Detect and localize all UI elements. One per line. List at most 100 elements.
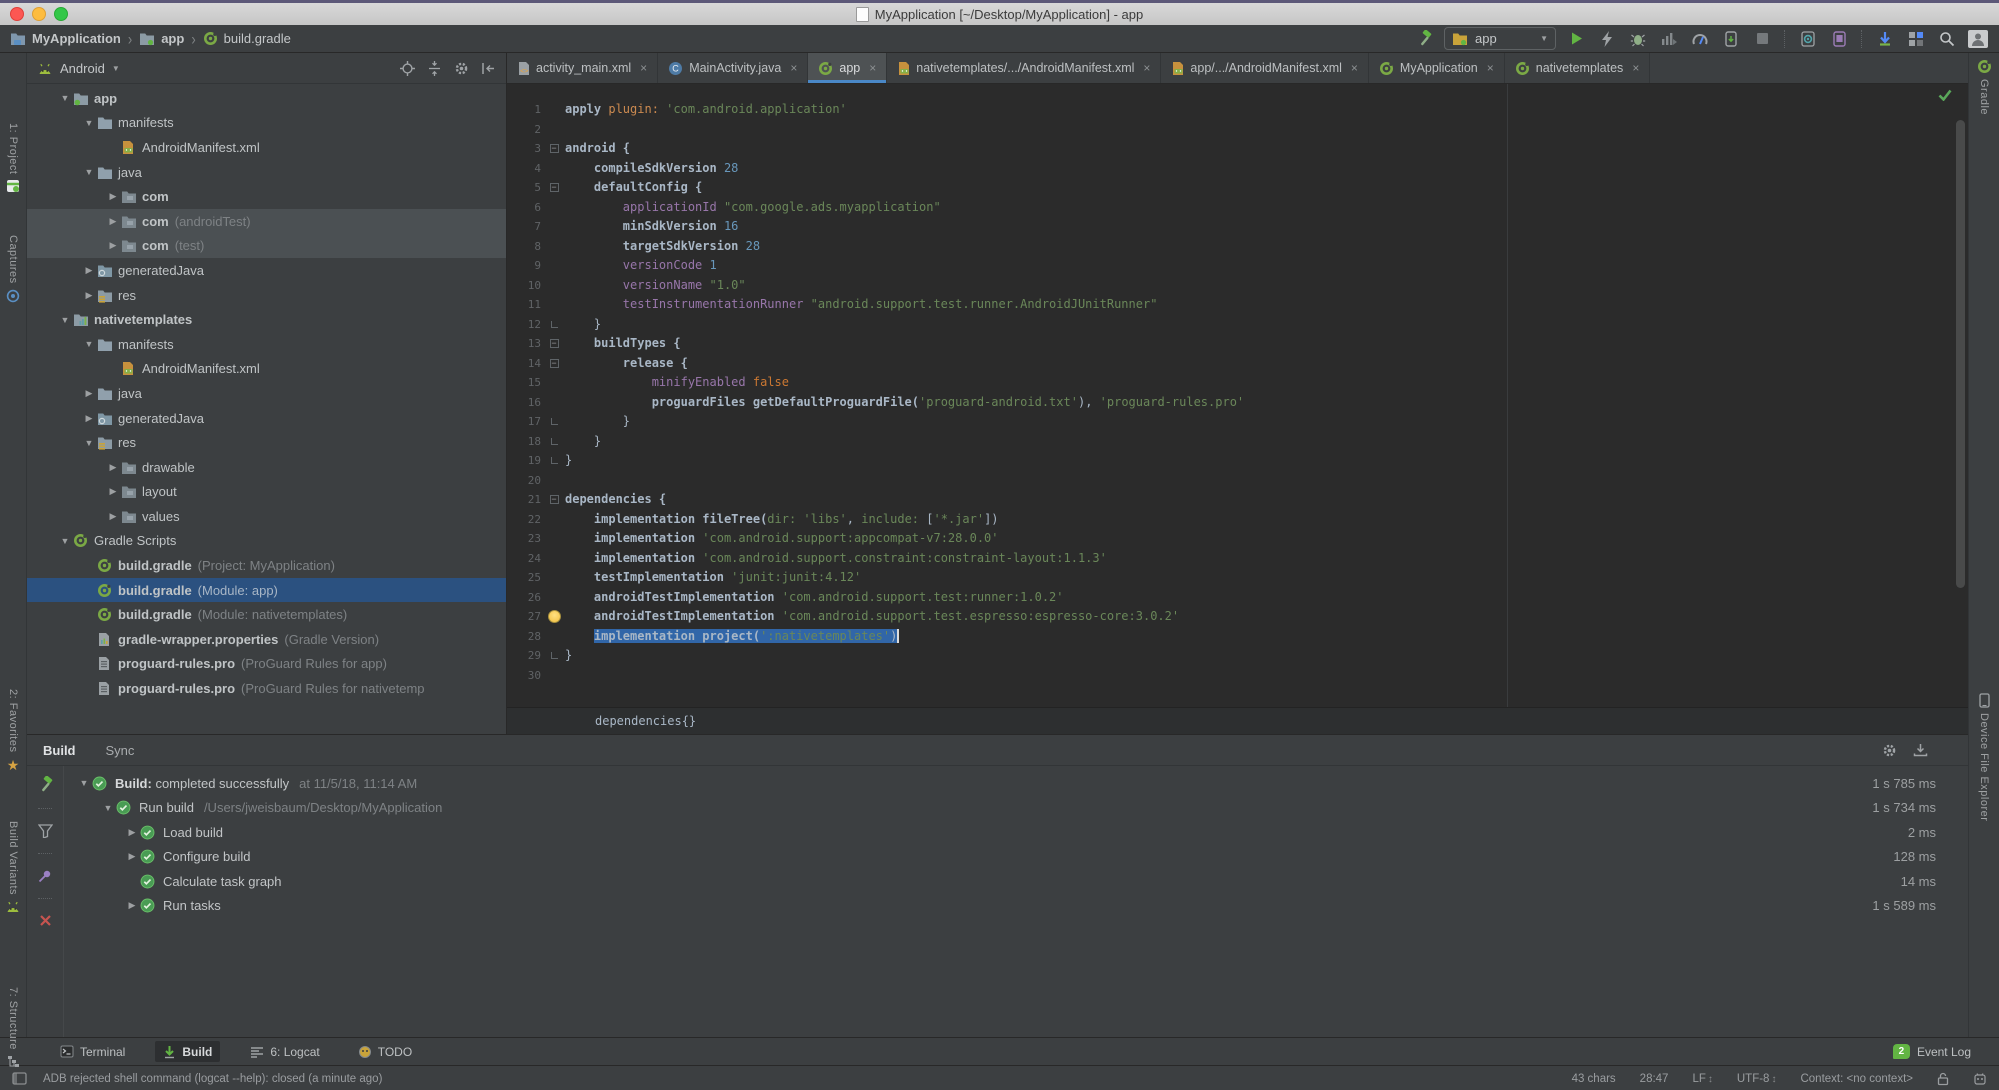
tree-item[interactable]: ▼ nativetemplates (27, 307, 506, 332)
tool-window-button-terminal[interactable]: Terminal (52, 1041, 133, 1062)
debug-icon[interactable] (1627, 28, 1649, 50)
close-tab-icon[interactable]: × (640, 61, 647, 75)
breadcrumb-file[interactable]: build.gradle (203, 31, 291, 46)
apply-changes-icon[interactable] (1596, 28, 1618, 50)
tree-item[interactable]: ▶ com (test) (27, 233, 506, 259)
close-tab-icon[interactable]: × (1632, 61, 1639, 75)
editor-tab[interactable]: MyApplication × (1369, 53, 1505, 83)
tree-toggle-icon[interactable]: ▶ (124, 827, 140, 838)
tab-sync[interactable]: Sync (106, 743, 135, 758)
editor-tab[interactable]: app/.../AndroidManifest.xml × (1161, 53, 1369, 83)
close-tab-icon[interactable]: × (1143, 61, 1150, 75)
code-line[interactable]: 30 (507, 666, 1968, 686)
attach-debugger-icon[interactable] (1720, 28, 1742, 50)
tree-item[interactable]: ▶ com (27, 184, 506, 209)
tree-toggle-icon[interactable]: ▶ (81, 388, 97, 399)
tree-item[interactable]: ▼ res (27, 430, 506, 455)
tree-item[interactable]: AndroidManifest.xml (27, 357, 506, 382)
tool-window-button[interactable]: 1: Project (0, 123, 26, 193)
search-icon[interactable] (1936, 28, 1958, 50)
build-tree-row[interactable]: ▶ Configure build 128 ms (64, 845, 1968, 870)
code-area[interactable]: 1 apply plugin: 'com.android.application'… (507, 84, 1968, 707)
tool-window-button[interactable]: Captures (0, 235, 26, 303)
code-line[interactable]: 6 applicationId "com.google.ads.myapplic… (507, 198, 1968, 218)
fold-end-icon[interactable] (550, 418, 558, 426)
code-line[interactable]: 23 implementation 'com.android.support:a… (507, 529, 1968, 549)
avd-manager-icon[interactable] (1797, 28, 1819, 50)
fold-marker-icon[interactable]: − (549, 358, 559, 368)
hide-panel-icon[interactable] (481, 61, 496, 76)
tree-toggle-icon[interactable]: ▶ (81, 265, 97, 276)
tree-toggle-icon[interactable]: ▼ (76, 778, 92, 788)
fold-end-icon[interactable] (550, 457, 558, 465)
status-message[interactable]: ADB rejected shell command (logcat --hel… (43, 1073, 382, 1085)
gear-icon[interactable] (454, 61, 469, 76)
window-controls[interactable] (10, 7, 68, 21)
gear-icon[interactable] (1882, 743, 1897, 758)
profile-icon[interactable] (1658, 28, 1680, 50)
tree-item[interactable]: ▼ manifests (27, 332, 506, 357)
tool-window-button[interactable]: Device File Explorer (1969, 693, 1999, 821)
tree-item[interactable]: ▶ generatedJava (27, 258, 506, 283)
code-line[interactable]: 29} (507, 646, 1968, 666)
code-line[interactable]: 28 implementation project(':nativetempla… (507, 627, 1968, 647)
collapse-all-icon[interactable] (427, 60, 442, 76)
editor-scrollbar[interactable] (1956, 120, 1965, 588)
user-avatar-icon[interactable] (1967, 28, 1989, 50)
tree-item[interactable]: ▶ res (27, 283, 506, 308)
build-tree-row[interactable]: ▶ Load build 2 ms (64, 820, 1968, 845)
tree-item[interactable]: ▼ Gradle Scripts (27, 529, 506, 554)
tree-item[interactable]: build.gradle (Module: nativetemplates) (27, 602, 506, 627)
close-window-icon[interactable] (10, 7, 24, 21)
build-tree-row[interactable]: Calculate task graph 14 ms (64, 869, 1968, 894)
code-line[interactable]: 1 apply plugin: 'com.android.application' (507, 100, 1968, 120)
code-line[interactable]: 9 versionCode 1 (507, 256, 1968, 276)
tree-toggle-icon[interactable]: ▼ (81, 167, 97, 177)
tree-toggle-icon[interactable]: ▶ (105, 462, 121, 473)
code-line[interactable]: 20 (507, 471, 1968, 491)
line-ending-select[interactable]: LF ↕ (1692, 1073, 1712, 1085)
fold-marker-icon[interactable]: − (549, 339, 559, 349)
tree-item[interactable]: ▶ com (androidTest) (27, 208, 506, 234)
tool-window-button[interactable]: Build Variants (0, 821, 26, 913)
inspections-ok-icon[interactable] (1938, 89, 1952, 101)
tool-window-button[interactable]: 7: Structure (0, 987, 26, 1068)
tree-toggle-icon[interactable]: ▼ (57, 536, 73, 546)
sdk-manager-icon[interactable] (1828, 28, 1850, 50)
code-line[interactable]: 3− android { (507, 139, 1968, 159)
tree-toggle-icon[interactable]: ▶ (81, 290, 97, 301)
gradle-status-icon[interactable] (1973, 1072, 1987, 1086)
intention-bulb-icon[interactable] (547, 610, 561, 624)
code-line[interactable]: 21− dependencies { (507, 490, 1968, 510)
caret-position[interactable]: 28:47 (1640, 1073, 1669, 1085)
locate-icon[interactable] (400, 60, 415, 76)
close-tab-icon[interactable]: × (869, 61, 876, 75)
tree-toggle-icon[interactable]: ▼ (81, 118, 97, 128)
tree-item[interactable]: ▼ app (27, 86, 506, 111)
code-line[interactable]: 19} (507, 451, 1968, 471)
tree-toggle-icon[interactable]: ▶ (81, 413, 97, 424)
sync-icon[interactable] (1874, 28, 1896, 50)
code-line[interactable]: 26 androidTestImplementation 'com.androi… (507, 588, 1968, 608)
code-line[interactable]: 7 minSdkVersion 16 (507, 217, 1968, 237)
stop-icon[interactable] (1751, 28, 1773, 50)
tree-item[interactable]: ▶ generatedJava (27, 406, 506, 431)
code-line[interactable]: 24 implementation 'com.android.support.c… (507, 549, 1968, 569)
tree-item[interactable]: ▼ manifests (27, 111, 506, 136)
tree-toggle-icon[interactable]: ▶ (124, 851, 140, 862)
code-line[interactable]: 22 implementation fileTree(dir: 'libs', … (507, 510, 1968, 530)
tree-toggle-icon[interactable]: ▶ (105, 216, 121, 227)
fold-end-icon[interactable] (550, 320, 558, 328)
code-line[interactable]: 11 testInstrumentationRunner "android.su… (507, 295, 1968, 315)
tree-toggle-icon[interactable]: ▶ (105, 511, 121, 522)
project-structure-icon[interactable] (1905, 28, 1927, 50)
settings-dock-icon[interactable] (1913, 743, 1928, 757)
event-log-button[interactable]: 2 Event Log (1892, 1044, 1999, 1059)
close-red-icon[interactable] (39, 914, 52, 927)
fold-end-icon[interactable] (550, 437, 558, 445)
code-line[interactable]: 16 proguardFiles getDefaultProguardFile(… (507, 393, 1968, 413)
build-hammer-icon[interactable] (1413, 28, 1435, 50)
tree-toggle-icon[interactable]: ▶ (124, 900, 140, 911)
zoom-window-icon[interactable] (54, 7, 68, 21)
code-line[interactable]: 13− buildTypes { (507, 334, 1968, 354)
